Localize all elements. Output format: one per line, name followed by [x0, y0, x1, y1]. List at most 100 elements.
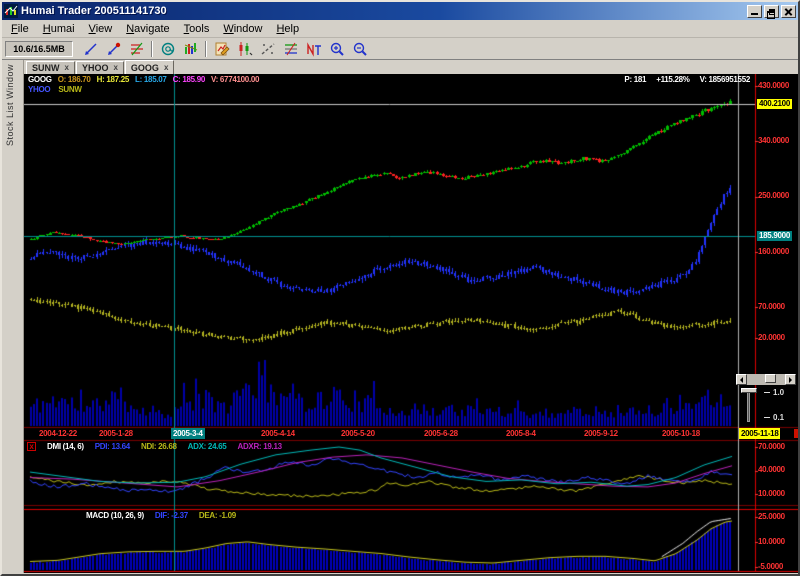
tab-row: SUNW x YHOO x GOOG x — [24, 60, 798, 74]
tab-yhoo[interactable]: YHOO x — [76, 61, 124, 74]
dmi-close-icon[interactable]: x — [27, 442, 36, 451]
dmi-adxr-value: ADXR: 19.13 — [237, 442, 281, 451]
date-tick: 2005-8-4 — [506, 429, 536, 438]
macd-title: MACD (10, 26, 9) — [86, 511, 144, 520]
macd-dea-value: DEA: -1.09 — [199, 511, 236, 520]
trendline-icon — [83, 41, 99, 57]
indicator-chart-button[interactable] — [179, 39, 202, 59]
dmi-pdi-value: PDI: 13.64 — [95, 442, 130, 451]
stock-list-window-tab[interactable]: Stock List Window — [5, 64, 15, 146]
high-value: H: 187.25 — [97, 75, 129, 84]
memory-indicator: 10.6/16.5MB — [5, 41, 73, 57]
date-axis-overflow-icon — [794, 429, 798, 438]
price-chart-canvas[interactable] — [24, 74, 798, 573]
email-button[interactable] — [156, 39, 179, 59]
last-price-chip: 400.2100 — [757, 99, 792, 109]
tab-goog[interactable]: GOOG x — [125, 60, 174, 74]
zoom-in-icon — [329, 41, 345, 57]
chart-area: GOOG O: 186.70 H: 187.25 L: 185.07 C: 18… — [24, 74, 798, 573]
volume-value: V: 6774100.00 — [211, 75, 259, 84]
menu-humai[interactable]: Humai — [36, 21, 82, 37]
menu-navigate[interactable]: Navigate — [119, 21, 176, 37]
symbol-label: GOOG — [28, 75, 52, 84]
dmi-title: DMI (14, 6) — [47, 442, 84, 451]
window-title: Humai Trader 200511141730 — [21, 5, 745, 17]
scrollbar-thumb[interactable] — [765, 374, 776, 383]
compare-sunw-label: SUNW — [58, 85, 81, 94]
minimize-button[interactable] — [747, 5, 762, 18]
indicator-chart-icon — [183, 41, 199, 57]
toolbar-separator — [205, 41, 207, 57]
macd-tick: 10.0000 — [758, 537, 785, 546]
compare-yhoo-label: YHOO — [28, 85, 50, 94]
date-tick: 2004-12-22 — [39, 429, 77, 438]
price-tick: 70.0000 — [758, 302, 785, 311]
close-button[interactable] — [781, 5, 796, 18]
arrow-left-icon — [737, 377, 743, 383]
fibonacci-button[interactable] — [125, 39, 148, 59]
pointer-readout: P: 181 +115.28% V: 1856951552 — [624, 75, 750, 84]
zoom-min-label: 0.1 — [764, 413, 784, 422]
candle-style-button[interactable] — [233, 39, 256, 59]
macd-dif-value: DIF: -2.37 — [155, 511, 188, 520]
pointer-volume: V: 1856951552 — [700, 75, 750, 84]
ma-lines-icon — [283, 41, 299, 57]
scrollbar-track[interactable] — [747, 374, 785, 385]
chart-scrollbar[interactable] — [736, 374, 796, 385]
pointer-change: +115.28% — [656, 75, 689, 84]
last-date-chip: 2005-11-18 — [739, 428, 780, 439]
date-tick: 2005-5-20 — [341, 429, 375, 438]
scroll-right-button[interactable] — [785, 374, 796, 385]
menu-tools[interactable]: Tools — [177, 21, 217, 37]
ma-lines-button[interactable] — [279, 39, 302, 59]
zoom-in-button[interactable] — [325, 39, 348, 59]
tab-sunw[interactable]: SUNW x — [26, 61, 75, 74]
chart-settings-icon — [214, 41, 230, 57]
price-tick: 160.0000 — [758, 247, 789, 256]
app-window: Humai Trader 200511141730 File Humai Vie… — [0, 0, 800, 576]
price-tick: 430.0000 — [758, 81, 789, 90]
tab-close-icon[interactable]: x — [65, 64, 69, 72]
app-icon — [4, 4, 18, 18]
text-note-button[interactable] — [302, 39, 325, 59]
dmi-tick: 10.0000 — [758, 489, 785, 498]
tab-close-icon[interactable]: x — [164, 64, 168, 72]
menu-help[interactable]: Help — [269, 21, 306, 37]
zoom-slider-handle[interactable] — [741, 388, 757, 393]
restore-icon — [769, 9, 775, 15]
close-value: C: 185.90 — [173, 75, 205, 84]
zoom-slider[interactable]: 1.0 0.1 — [738, 387, 796, 425]
chart-settings-button[interactable] — [210, 39, 233, 59]
window-body: Stock List Window SUNW x YHOO x GOOG x — [2, 60, 798, 573]
open-value: O: 186.70 — [58, 75, 91, 84]
fibonacci-icon — [129, 41, 145, 57]
minimize-icon — [751, 13, 758, 15]
menu-bar: File Humai View Navigate Tools Window He… — [2, 20, 798, 38]
tab-close-icon[interactable]: x — [113, 64, 117, 72]
menu-file[interactable]: File — [4, 21, 36, 37]
scroll-left-button[interactable] — [736, 374, 747, 385]
trendline-edit-icon — [106, 41, 122, 57]
trendline-button[interactable] — [79, 39, 102, 59]
text-note-icon — [306, 41, 322, 57]
toolbar: 10.6/16.5MB — [2, 38, 798, 60]
date-tick: 2005-9-12 — [584, 429, 618, 438]
dashed-line-button[interactable] — [256, 39, 279, 59]
zoom-out-button[interactable] — [348, 39, 371, 59]
date-tick: 2005-10-18 — [662, 429, 700, 438]
zoom-slider-track[interactable] — [747, 390, 750, 422]
menu-window[interactable]: Window — [216, 21, 269, 37]
crosshair-date-chip: 2005-3-4 — [171, 428, 205, 439]
price-tick: 340.0000 — [758, 136, 789, 145]
email-icon — [160, 41, 176, 57]
crosshair-price-chip: 185.9000 — [757, 231, 792, 241]
macd-tick: 25.0000 — [758, 512, 785, 521]
restore-button[interactable] — [764, 5, 779, 18]
price-tick: 250.0000 — [758, 191, 789, 200]
menu-view[interactable]: View — [82, 21, 120, 37]
stock-list-window-panel: Stock List Window — [2, 60, 24, 573]
zoom-out-icon — [352, 41, 368, 57]
dmi-tick: 70.0000 — [758, 442, 785, 451]
trendline-edit-button[interactable] — [102, 39, 125, 59]
pointer-position: P: 181 — [624, 75, 646, 84]
